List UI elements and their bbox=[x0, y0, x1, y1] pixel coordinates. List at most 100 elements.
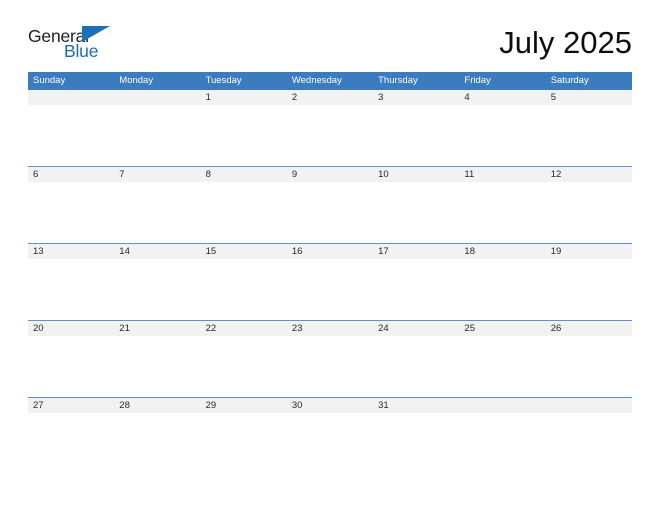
day-number[interactable]: 30 bbox=[287, 398, 373, 413]
day-number[interactable]: 22 bbox=[201, 321, 287, 336]
day-number[interactable]: 7 bbox=[114, 167, 200, 182]
page-header: General Blue July 2025 bbox=[28, 22, 632, 68]
weekday-header-monday: Monday bbox=[119, 75, 154, 86]
day-note-cell[interactable] bbox=[287, 259, 373, 320]
day-number[interactable]: 8 bbox=[201, 167, 287, 182]
day-note-cell[interactable] bbox=[28, 413, 114, 474]
month-calendar: Sunday Monday Tuesday Wednesday Thursday… bbox=[28, 72, 632, 474]
day-note-cell[interactable] bbox=[459, 105, 545, 166]
day-note-cell[interactable] bbox=[546, 105, 632, 166]
day-note-cell[interactable] bbox=[459, 259, 545, 320]
day-number[interactable]: 26 bbox=[546, 321, 632, 336]
week-note-band bbox=[28, 105, 632, 166]
day-note-cell[interactable] bbox=[459, 336, 545, 397]
day-number[interactable]: 25 bbox=[459, 321, 545, 336]
logo-text-blue: Blue bbox=[64, 41, 99, 61]
day-note-cell[interactable] bbox=[373, 259, 459, 320]
day-note-cell[interactable] bbox=[201, 336, 287, 397]
day-note-cell[interactable] bbox=[28, 105, 114, 166]
day-number[interactable] bbox=[546, 398, 632, 413]
day-note-cell[interactable] bbox=[114, 336, 200, 397]
weekday-header-saturday: Saturday bbox=[550, 75, 589, 86]
week-row: 13 14 15 16 17 18 19 bbox=[28, 243, 632, 320]
weekday-header-tuesday: Tuesday bbox=[205, 75, 242, 86]
day-number[interactable]: 23 bbox=[287, 321, 373, 336]
day-number[interactable]: 31 bbox=[373, 398, 459, 413]
week-date-band: 27 28 29 30 31 bbox=[28, 398, 632, 413]
day-number[interactable]: 21 bbox=[114, 321, 200, 336]
day-number[interactable]: 1 bbox=[201, 90, 287, 105]
week-row: 27 28 29 30 31 bbox=[28, 397, 632, 474]
day-note-cell[interactable] bbox=[546, 259, 632, 320]
weekday-header-wednesday: Wednesday bbox=[291, 75, 342, 86]
day-number[interactable]: 24 bbox=[373, 321, 459, 336]
day-note-cell[interactable] bbox=[201, 259, 287, 320]
day-note-cell[interactable] bbox=[201, 413, 287, 474]
day-number[interactable]: 6 bbox=[28, 167, 114, 182]
page-title: July 2025 bbox=[499, 25, 632, 60]
day-note-cell[interactable] bbox=[114, 182, 200, 243]
day-note-cell[interactable] bbox=[546, 182, 632, 243]
day-note-cell[interactable] bbox=[114, 259, 200, 320]
day-note-cell[interactable] bbox=[201, 105, 287, 166]
week-row: 1 2 3 4 5 bbox=[28, 90, 632, 166]
week-date-band: 1 2 3 4 5 bbox=[28, 90, 632, 105]
day-note-cell[interactable] bbox=[287, 413, 373, 474]
day-number[interactable] bbox=[28, 90, 114, 105]
week-note-band bbox=[28, 413, 632, 474]
day-note-cell[interactable] bbox=[287, 336, 373, 397]
day-note-cell[interactable] bbox=[28, 259, 114, 320]
day-note-cell[interactable] bbox=[287, 182, 373, 243]
day-number[interactable]: 4 bbox=[459, 90, 545, 105]
weekday-header-sunday: Sunday bbox=[33, 75, 66, 86]
day-note-cell[interactable] bbox=[459, 182, 545, 243]
weekday-header-row: Sunday Monday Tuesday Wednesday Thursday… bbox=[28, 72, 632, 90]
day-number[interactable]: 17 bbox=[373, 244, 459, 259]
day-note-cell[interactable] bbox=[373, 413, 459, 474]
day-number[interactable]: 27 bbox=[28, 398, 114, 413]
week-row: 6 7 8 9 10 11 12 bbox=[28, 166, 632, 243]
day-number[interactable]: 2 bbox=[287, 90, 373, 105]
week-row: 20 21 22 23 24 25 26 bbox=[28, 320, 632, 397]
day-note-cell[interactable] bbox=[287, 105, 373, 166]
week-note-band bbox=[28, 336, 632, 397]
day-number[interactable]: 9 bbox=[287, 167, 373, 182]
day-number[interactable]: 12 bbox=[546, 167, 632, 182]
day-number[interactable]: 19 bbox=[546, 244, 632, 259]
day-number[interactable]: 16 bbox=[287, 244, 373, 259]
day-number[interactable]: 15 bbox=[201, 244, 287, 259]
day-number[interactable]: 18 bbox=[459, 244, 545, 259]
day-note-cell[interactable] bbox=[373, 105, 459, 166]
day-number[interactable]: 28 bbox=[114, 398, 200, 413]
day-note-cell[interactable] bbox=[546, 336, 632, 397]
day-number[interactable]: 13 bbox=[28, 244, 114, 259]
day-number[interactable]: 5 bbox=[546, 90, 632, 105]
weekday-header-friday: Friday bbox=[464, 75, 491, 86]
calendar-page: General Blue July 2025 Sunday Monday Tue… bbox=[0, 0, 660, 510]
week-note-band bbox=[28, 182, 632, 243]
week-date-band: 13 14 15 16 17 18 19 bbox=[28, 244, 632, 259]
day-note-cell[interactable] bbox=[373, 336, 459, 397]
day-note-cell[interactable] bbox=[546, 413, 632, 474]
general-blue-logo[interactable]: General Blue bbox=[28, 22, 120, 62]
day-number[interactable]: 14 bbox=[114, 244, 200, 259]
day-number[interactable]: 11 bbox=[459, 167, 545, 182]
day-number[interactable] bbox=[459, 398, 545, 413]
week-date-band: 6 7 8 9 10 11 12 bbox=[28, 167, 632, 182]
day-number[interactable] bbox=[114, 90, 200, 105]
day-note-cell[interactable] bbox=[459, 413, 545, 474]
week-date-band: 20 21 22 23 24 25 26 bbox=[28, 321, 632, 336]
day-number[interactable]: 3 bbox=[373, 90, 459, 105]
day-note-cell[interactable] bbox=[114, 105, 200, 166]
day-number[interactable]: 10 bbox=[373, 167, 459, 182]
day-note-cell[interactable] bbox=[373, 182, 459, 243]
day-note-cell[interactable] bbox=[28, 336, 114, 397]
day-note-cell[interactable] bbox=[28, 182, 114, 243]
week-note-band bbox=[28, 259, 632, 320]
weekday-header-thursday: Thursday bbox=[378, 75, 418, 86]
day-number[interactable]: 20 bbox=[28, 321, 114, 336]
day-note-cell[interactable] bbox=[114, 413, 200, 474]
day-note-cell[interactable] bbox=[201, 182, 287, 243]
day-number[interactable]: 29 bbox=[201, 398, 287, 413]
logo-triangle-icon bbox=[82, 26, 110, 42]
